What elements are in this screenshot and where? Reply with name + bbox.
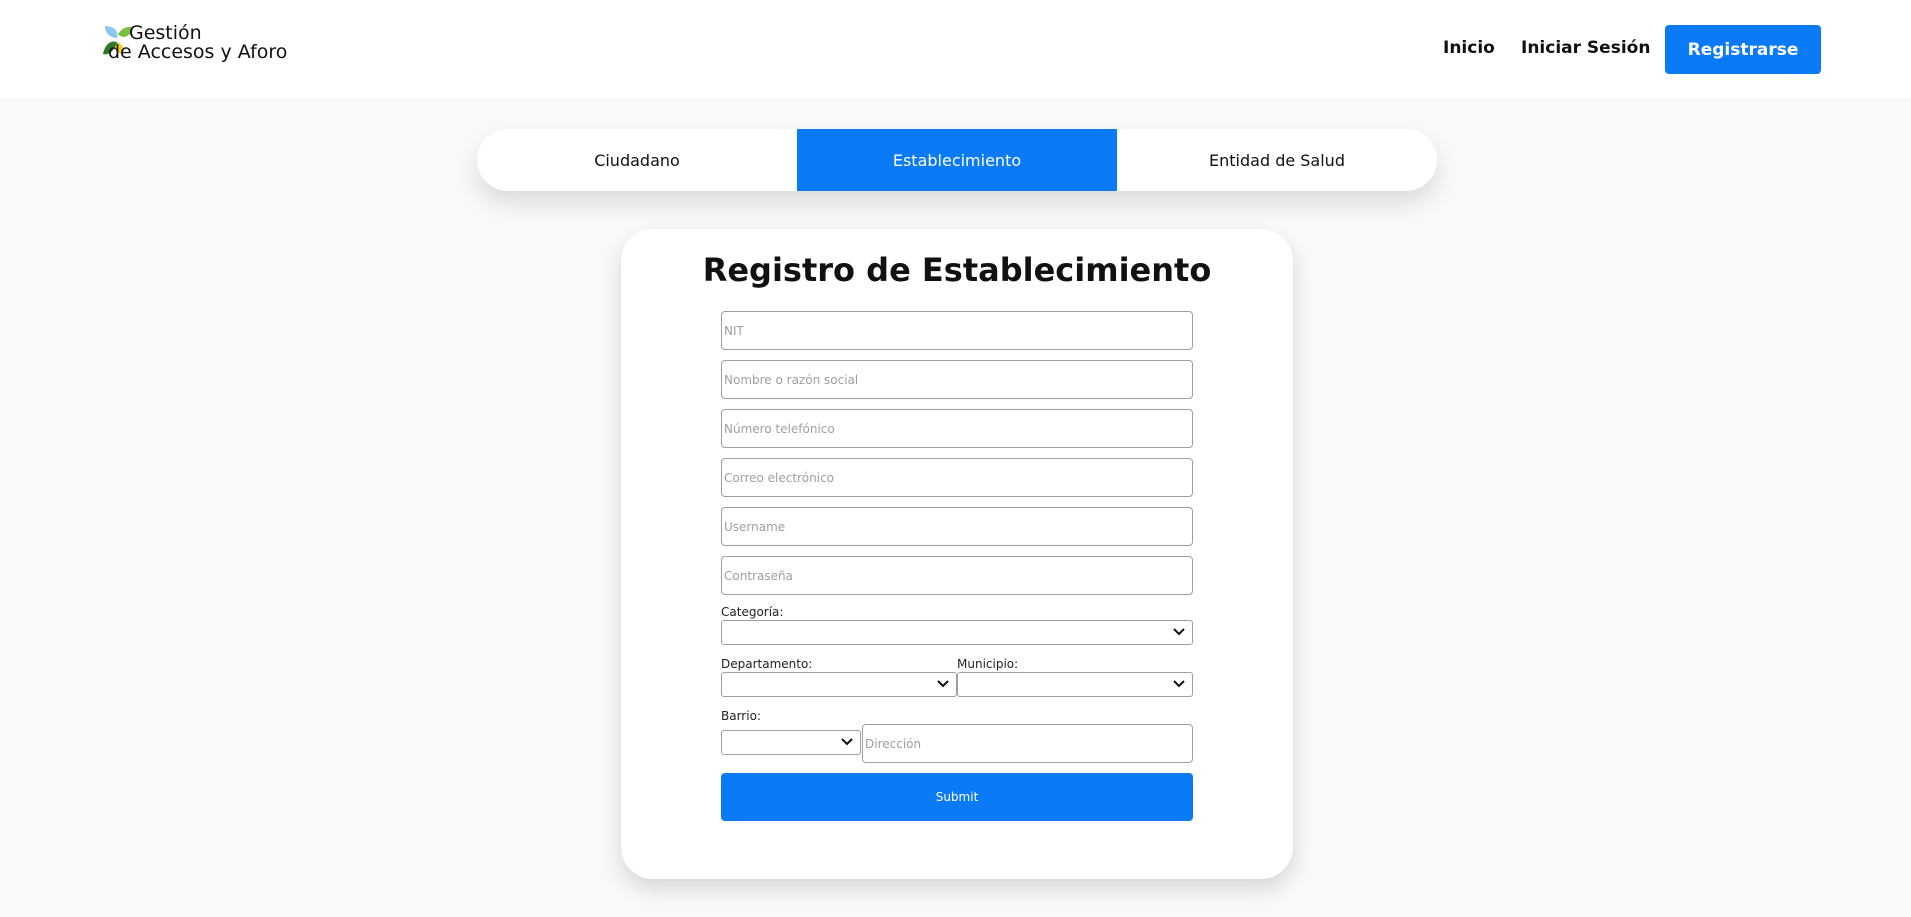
neighborhood-select[interactable]	[721, 730, 861, 755]
nav-login-link[interactable]: Iniciar Sesión	[1521, 38, 1650, 58]
password-input[interactable]	[721, 556, 1193, 595]
municipality-label: Municipio:	[957, 657, 1019, 671]
chevron-down-icon	[841, 738, 853, 746]
category-select[interactable]	[721, 620, 1193, 645]
page-title: Registro de Establecimiento	[702, 251, 1212, 289]
department-select[interactable]	[721, 672, 957, 697]
business-name-input[interactable]	[721, 360, 1193, 399]
phone-input[interactable]	[721, 409, 1193, 448]
chevron-down-icon	[937, 680, 949, 688]
nav-home-link[interactable]: Inicio	[1443, 38, 1495, 58]
nit-input[interactable]	[721, 311, 1193, 350]
brand-name[interactable]: Gestión de Accesos y Aforo	[108, 24, 287, 62]
address-input[interactable]	[862, 724, 1193, 763]
department-label: Departamento:	[721, 657, 813, 671]
chevron-down-icon	[1173, 680, 1185, 688]
user-type-tabs: Ciudadano Establecimiento Entidad de Sal…	[477, 129, 1437, 191]
email-input[interactable]	[721, 458, 1193, 497]
registration-card: Registro de Establecimiento Categoría: D…	[621, 229, 1293, 879]
register-button[interactable]: Registrarse	[1665, 25, 1821, 74]
brand-line-2: de Accesos y Aforo	[108, 41, 288, 63]
tab-entidad-de-salud[interactable]: Entidad de Salud	[1117, 129, 1437, 191]
tab-ciudadano[interactable]: Ciudadano	[477, 129, 797, 191]
tab-establecimiento[interactable]: Establecimiento	[797, 129, 1117, 191]
top-navbar: Gestión de Accesos y Aforo Inicio Inicia…	[0, 0, 1911, 98]
municipality-select[interactable]	[957, 672, 1193, 697]
category-label: Categoría:	[721, 605, 784, 619]
chevron-down-icon	[1173, 628, 1185, 636]
username-input[interactable]	[721, 507, 1193, 546]
submit-button[interactable]: Submit	[721, 773, 1193, 821]
neighborhood-label: Barrio:	[721, 709, 761, 723]
